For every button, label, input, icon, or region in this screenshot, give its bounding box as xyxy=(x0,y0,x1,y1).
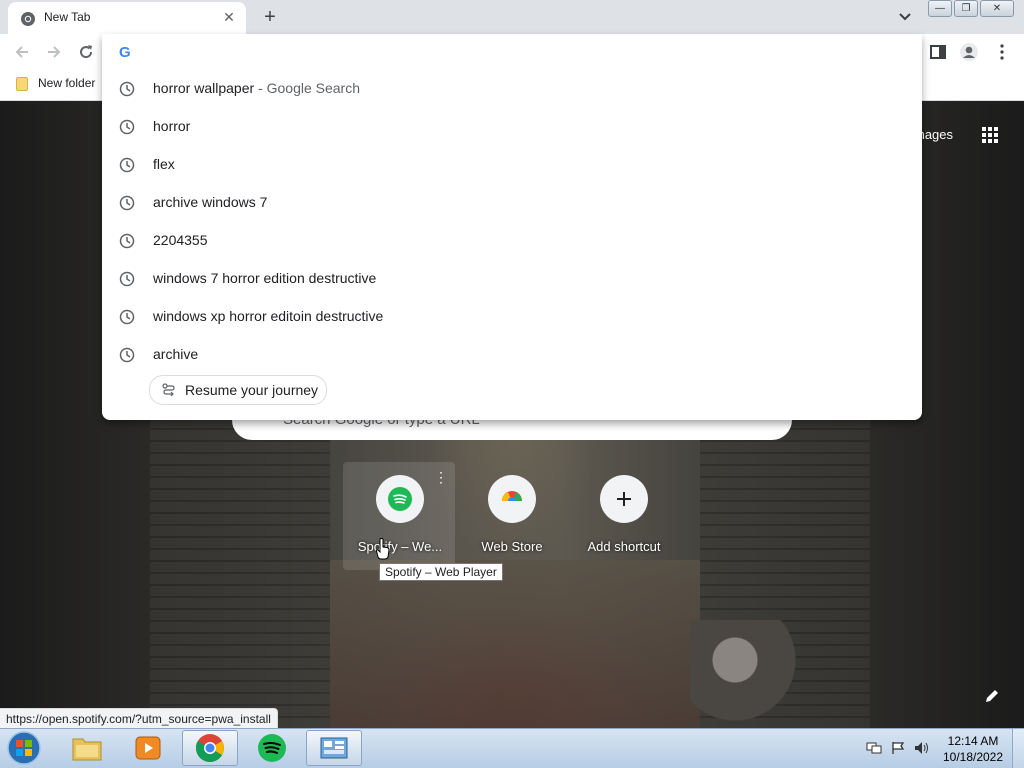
shortcut-tooltip: Spotify – Web Player xyxy=(379,563,503,581)
history-clock-icon xyxy=(119,195,135,211)
tab-title: New Tab xyxy=(44,10,91,24)
suggestion-row[interactable]: flex xyxy=(102,146,922,184)
suggestion-row[interactable]: horror xyxy=(102,108,922,146)
back-icon[interactable] xyxy=(12,42,32,62)
chrome-icon xyxy=(196,734,224,762)
bookmark-new-folder[interactable]: New folder xyxy=(38,76,95,90)
forward-icon[interactable] xyxy=(44,42,64,62)
resume-journey-chip[interactable]: Resume your journey xyxy=(149,375,327,405)
taskbar-chrome[interactable] xyxy=(182,730,238,766)
reload-icon[interactable] xyxy=(76,42,96,62)
web-store-icon xyxy=(502,491,522,506)
google-g-icon: G xyxy=(119,44,131,61)
omnibox-input[interactable] xyxy=(144,40,908,66)
spotify-icon xyxy=(388,487,412,511)
history-clock-icon xyxy=(119,233,135,249)
suggestion-row[interactable]: horror wallpaper - Google Search xyxy=(102,70,922,108)
shortcut-label: Web Store xyxy=(481,539,543,554)
chevron-down-icon[interactable] xyxy=(896,8,914,26)
suggestion-row[interactable]: windows 7 horror edition destructive xyxy=(102,260,922,298)
action-center-flag-icon[interactable] xyxy=(890,741,906,755)
profile-avatar-icon[interactable] xyxy=(959,42,979,62)
suggestion-row[interactable]: 2204355 xyxy=(102,222,922,260)
shortcut-label: Spotify – We... xyxy=(357,539,443,554)
history-clock-icon xyxy=(119,309,135,325)
show-desktop-button[interactable] xyxy=(1012,729,1024,768)
history-clock-icon xyxy=(119,271,135,287)
side-panel-icon[interactable] xyxy=(928,42,948,62)
spotify-icon xyxy=(258,734,286,762)
taskbar-control-panel[interactable] xyxy=(306,730,362,766)
taskbar-explorer[interactable] xyxy=(59,730,115,766)
history-clock-icon xyxy=(119,347,135,363)
suggestion-row[interactable]: archive windows 7 xyxy=(102,184,922,222)
menu-kebab-icon[interactable] xyxy=(992,42,1012,62)
suggestion-row[interactable]: archive xyxy=(102,336,922,374)
shortcut-label: Add shortcut xyxy=(587,539,661,554)
suggestion-subtext: - Google Search xyxy=(258,80,361,96)
folder-icon xyxy=(16,77,28,91)
background-floor xyxy=(330,560,700,728)
suggestion-text: archive xyxy=(153,346,199,362)
media-player-icon xyxy=(135,736,161,760)
history-clock-icon xyxy=(119,81,135,97)
customize-pencil-icon[interactable] xyxy=(984,688,1000,704)
shortcut-more-icon[interactable]: ⋮ xyxy=(434,468,448,486)
plus-icon xyxy=(617,492,631,506)
new-tab-button[interactable]: + xyxy=(258,6,282,28)
suggestion-text: windows xp horror editoin destructive xyxy=(153,308,384,324)
minimize-button[interactable]: — xyxy=(928,0,952,17)
google-apps-icon[interactable] xyxy=(981,126,999,144)
status-url-bubble: https://open.spotify.com/?utm_source=pwa… xyxy=(0,708,278,730)
folder-icon xyxy=(72,738,102,761)
close-window-button[interactable]: ✕ xyxy=(980,0,1014,17)
history-clock-icon xyxy=(119,157,135,173)
clock-date[interactable]: 10/18/2022 xyxy=(940,750,1006,764)
resume-journey-label: Resume your journey xyxy=(185,382,319,398)
suggestion-row[interactable]: windows xp horror editoin destructive xyxy=(102,298,922,336)
suggestion-text: windows 7 horror edition destructive xyxy=(153,270,377,286)
shortcut-add[interactable]: Add shortcut xyxy=(576,475,672,575)
hand-cursor-icon xyxy=(376,538,390,560)
tab-new-tab[interactable]: New Tab ✕ xyxy=(8,2,246,34)
background-figure xyxy=(690,620,800,728)
suggestion-text: archive windows 7 xyxy=(153,194,268,210)
volume-icon[interactable] xyxy=(914,741,930,755)
suggestion-text: horror wallpaper xyxy=(153,80,255,96)
journeys-icon xyxy=(162,383,175,397)
shortcut-spotify[interactable]: Spotify – We... xyxy=(352,475,448,575)
taskbar-spotify[interactable] xyxy=(244,730,300,766)
tab-close-icon[interactable]: ✕ xyxy=(220,8,238,26)
suggestion-text: 2204355 xyxy=(153,232,208,248)
history-clock-icon xyxy=(119,119,135,135)
suggestion-text: flex xyxy=(153,156,175,172)
start-orb-icon[interactable] xyxy=(4,730,44,766)
restore-button[interactable]: ❐ xyxy=(954,0,978,17)
control-panel-icon xyxy=(320,737,348,759)
taskbar-media-player[interactable] xyxy=(120,730,176,766)
shortcut-web-store[interactable]: Web Store xyxy=(464,475,560,575)
background-wall-left xyxy=(150,420,330,728)
chrome-icon xyxy=(21,12,35,26)
network-icon[interactable] xyxy=(866,741,882,755)
suggestion-text: horror xyxy=(153,118,191,134)
clock-time[interactable]: 12:14 AM xyxy=(940,734,1006,748)
